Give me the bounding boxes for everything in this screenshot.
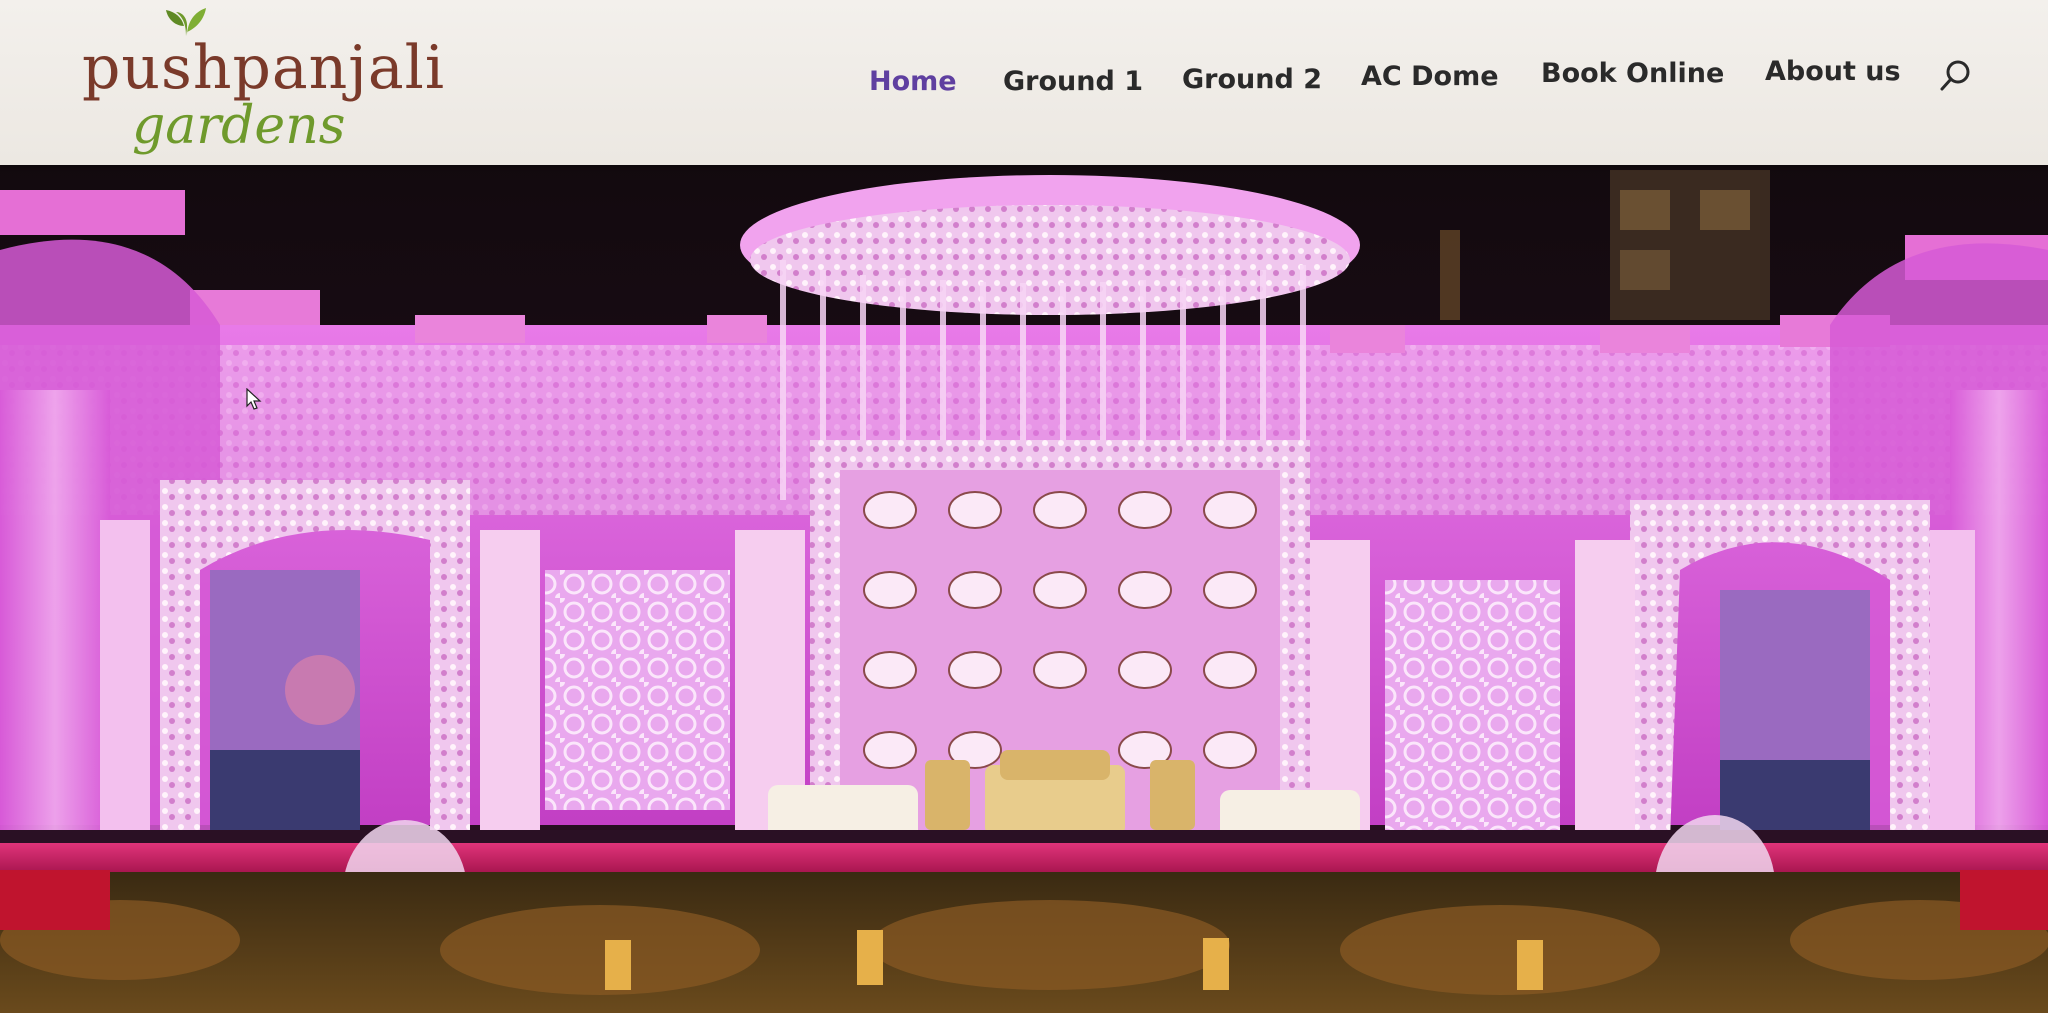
- nav-about-us[interactable]: About us: [1765, 56, 1901, 87]
- nav-ground-1[interactable]: Ground 1: [1003, 66, 1143, 97]
- site-header: pushpanjali gardens Home Ground 1 Ground…: [0, 0, 2048, 165]
- nav-ac-dome[interactable]: AC Dome: [1361, 61, 1499, 92]
- search-icon[interactable]: [1936, 56, 1976, 96]
- main-nav: Home Ground 1 Ground 2 AC Dome Book Onli…: [0, 0, 2048, 165]
- mouse-pointer-icon: [246, 388, 262, 410]
- nav-home[interactable]: Home: [869, 66, 957, 97]
- wedding-stage-image: [0, 150, 2048, 1013]
- nav-book-online[interactable]: Book Online: [1541, 58, 1724, 89]
- page: pushpanjali gardens Home Ground 1 Ground…: [0, 0, 2048, 1013]
- hero-banner: [0, 150, 2048, 1013]
- nav-ground-2[interactable]: Ground 2: [1182, 64, 1322, 95]
